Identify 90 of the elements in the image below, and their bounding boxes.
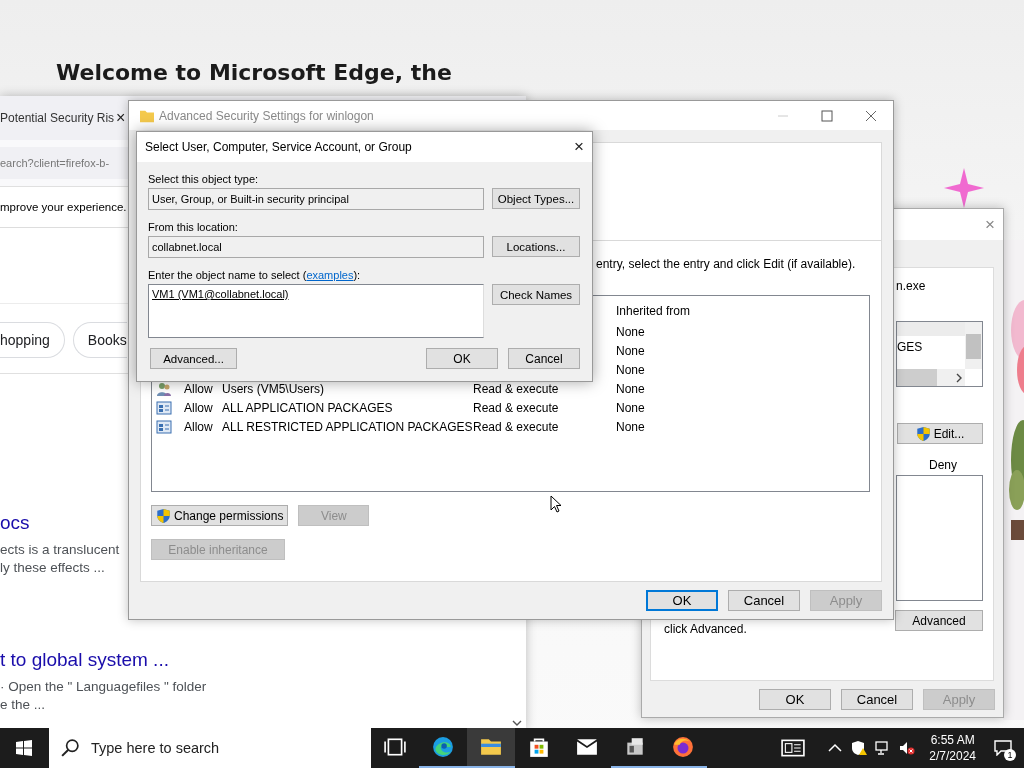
notification-badge: 1 xyxy=(1004,749,1016,761)
entry-type: Allow xyxy=(184,400,214,415)
taskbar-search-field[interactable]: Type here to search xyxy=(49,728,371,768)
taskbar-app[interactable] xyxy=(467,728,515,768)
group-item[interactable]: GES xyxy=(897,340,923,354)
entry-inherited: None xyxy=(616,419,646,434)
advanced-button[interactable]: Advanced xyxy=(895,610,983,631)
sparkle-icon xyxy=(944,168,984,208)
dialog-button[interactable]: Cancel xyxy=(841,689,913,710)
firefox-icon xyxy=(672,736,694,758)
dialog-button[interactable]: OK xyxy=(426,348,498,369)
column-header[interactable]: Inherited from xyxy=(616,304,869,318)
shield-icon xyxy=(156,507,171,524)
entry-access: Read & execute xyxy=(473,400,560,415)
entry-access: Read & execute xyxy=(473,381,560,396)
entry-inherited: None xyxy=(616,362,646,377)
page-heading: Welcome to Microsoft Edge, the xyxy=(56,60,452,85)
mail-icon xyxy=(576,736,598,758)
users-icon xyxy=(156,380,172,397)
close-button[interactable]: × xyxy=(985,214,995,235)
entry-principal[interactable]: ALL RESTRICTED APPLICATION PACKAGES xyxy=(222,419,473,434)
notifications-button[interactable]: 1 xyxy=(988,733,1018,763)
shield-warning-icon[interactable] xyxy=(851,740,868,756)
close-icon[interactable] xyxy=(865,109,877,122)
result-snippet: ects is a translucent xyxy=(0,542,120,557)
shield-icon xyxy=(915,425,931,442)
edge-icon xyxy=(432,736,454,758)
task-view-icon xyxy=(384,736,406,758)
name-label: Enter the object name to select (examples): xyxy=(148,269,362,281)
readonly-field: collabnet.local xyxy=(148,236,484,258)
field-button[interactable]: Locations... xyxy=(492,236,580,257)
dialog-button[interactable]: Cancel xyxy=(728,590,800,611)
cursor-icon xyxy=(550,495,562,514)
folder-icon xyxy=(140,108,154,123)
entry-inherited: None xyxy=(616,343,646,358)
volume-muted-icon[interactable] xyxy=(899,740,916,756)
scroll-right-icon[interactable] xyxy=(956,372,962,383)
entry-inherited: None xyxy=(616,381,646,396)
advanced-button[interactable]: Advanced... xyxy=(150,348,237,369)
notification-icon xyxy=(994,740,1012,756)
windows-logo-icon[interactable] xyxy=(16,740,32,756)
check-names-button[interactable]: Check Names xyxy=(492,284,580,305)
news-icon[interactable] xyxy=(781,739,806,757)
readonly-field: User, Group, or Built-in security principal xyxy=(148,188,484,210)
advanced-note: click Advanced. xyxy=(664,622,748,636)
dialog-button[interactable]: OK xyxy=(759,689,831,710)
entry-principal[interactable]: Users (VM5\Users) xyxy=(222,381,473,396)
result-snippet: ly these effects ... xyxy=(0,560,105,575)
action-button[interactable]: Change permissions xyxy=(151,505,289,526)
close-button[interactable]: × xyxy=(574,137,584,157)
scroll-down-icon[interactable] xyxy=(512,720,522,726)
instruction-text: entry, select the entry and click Edit (if available). xyxy=(596,257,857,271)
field-button[interactable]: Object Types... xyxy=(492,188,580,209)
object-name-field[interactable]: VM1 (VM1@collabnet.local) xyxy=(148,284,484,338)
entry-type: Allow xyxy=(184,419,214,434)
entry-inherited: None xyxy=(616,400,646,415)
entry-inherited: None xyxy=(616,324,646,339)
entry-type: Allow xyxy=(184,381,214,396)
edit-button[interactable]: Edit... xyxy=(897,423,983,444)
column-header: Deny xyxy=(929,458,957,472)
window-title: Advanced Security Settings for winlogon xyxy=(159,108,374,123)
file-name: n.exe xyxy=(896,279,927,293)
result-snippet: · Open the " Languagefiles " folder xyxy=(0,679,207,694)
result-link[interactable]: t to global system ... xyxy=(0,649,169,671)
entry-principal[interactable]: ALL APPLICATION PACKAGES xyxy=(222,400,473,415)
search-icon xyxy=(61,739,79,757)
dialog-button[interactable]: Cancel xyxy=(508,348,580,369)
server-icon xyxy=(624,736,646,758)
dialog-button[interactable]: OK xyxy=(646,590,718,611)
field-label: Select this object type: xyxy=(148,173,260,185)
list-header xyxy=(897,322,965,336)
result-link[interactable]: ocs xyxy=(0,512,30,534)
examples-link[interactable]: examples xyxy=(306,269,354,281)
tab-close-button[interactable]: × xyxy=(116,109,126,127)
address-field[interactable]: earch?client=firefox-b- xyxy=(0,147,128,179)
package-icon xyxy=(156,418,172,435)
tab-title[interactable]: Potential Security Ris xyxy=(0,111,114,125)
vertical-scrollbar[interactable] xyxy=(965,322,982,369)
package-icon xyxy=(156,399,172,416)
result-snippet: e the ... xyxy=(0,697,46,712)
folder-icon xyxy=(480,736,502,758)
maximize-icon[interactable] xyxy=(821,109,833,122)
notice-text: mprove your experience. xyxy=(0,201,127,213)
entry-access: Read & execute xyxy=(473,419,560,434)
dialog-title: Select User, Computer, Service Account, or Group xyxy=(145,140,412,154)
field-label: From this location: xyxy=(148,221,239,233)
clock-time[interactable]: 6:55 AM xyxy=(930,733,975,747)
shopping-bag-icon xyxy=(528,736,550,758)
horizontal-scrollbar[interactable] xyxy=(897,369,965,386)
clock-date[interactable]: 2/7/2024 xyxy=(929,749,976,763)
